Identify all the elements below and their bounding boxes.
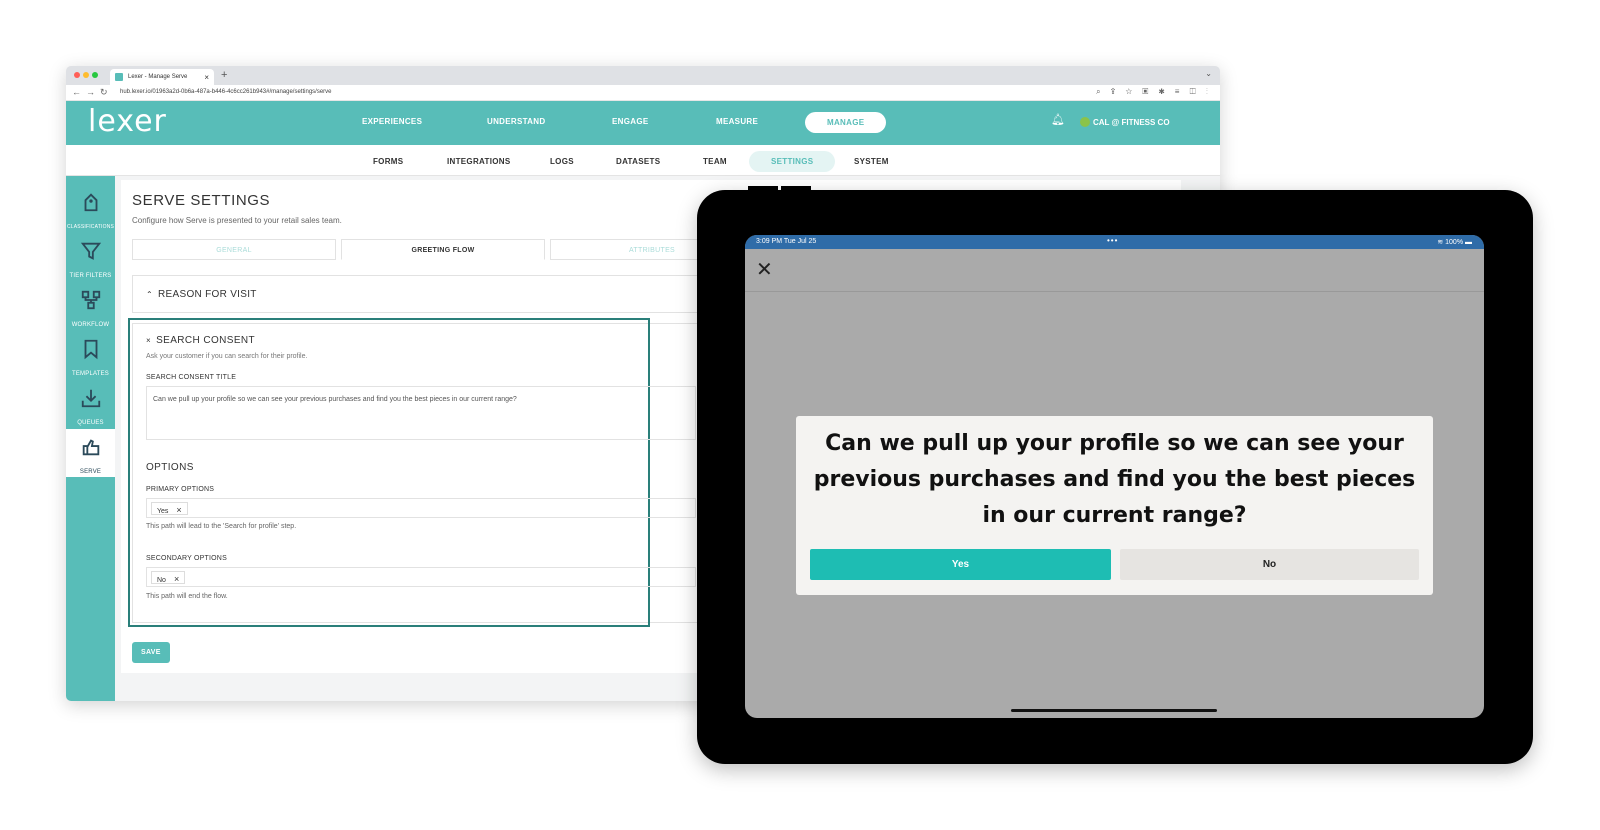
maximize-window-icon[interactable] [92,72,98,78]
reload-icon[interactable]: ↻ [100,87,108,98]
globe-icon [1080,117,1090,127]
sidebar-item-label: SERVE [79,469,102,475]
sidebar-item-queues[interactable]: QUEUES [66,380,115,428]
sidebar-item-label: CLASSIFICATIONS [66,224,115,230]
remove-chip-icon[interactable]: × [176,505,181,515]
minimize-window-icon[interactable] [83,72,89,78]
url-field[interactable]: hub.lexer.io/01963a2d-0b6a-487a-b446-4c6… [120,89,332,95]
tablet-screen: 3:09 PM Tue Jul 25 ••• ≋ 100% ▬ ✕ Can we… [745,235,1484,718]
sidebar-item-templates[interactable]: TEMPLATES [66,331,115,379]
forward-icon[interactable]: → [86,87,95,97]
save-button[interactable]: SAVE [132,642,170,663]
subnav-integrations[interactable]: INTEGRATIONS [447,157,510,166]
lexer-logo[interactable]: lexer [88,104,167,139]
chevron-updown-icon: ⌃ [146,290,154,299]
download-tray-icon [81,389,100,408]
bell-icon[interactable]: 🔔︎ [1051,113,1065,126]
browser-tab-title: Lexer - Manage Serve [128,74,188,80]
remove-chip-icon[interactable]: × [174,574,179,584]
back-icon[interactable]: ← [72,87,81,97]
subnav-logs[interactable]: LOGS [550,157,574,166]
nav-manage[interactable]: MANAGE [805,112,887,133]
secondary-options-help: This path will end the flow. [146,593,228,600]
sidebar-item-tier-filters[interactable]: TIER FILTERS [66,233,115,281]
primary-options-field[interactable]: Yes × [146,498,696,518]
org-name: CAL @ FITNESS CO [1093,118,1170,127]
sidebar-item-label: QUEUES [77,420,104,426]
option-chip-yes[interactable]: Yes × [151,502,188,515]
no-button[interactable]: No [1120,549,1419,580]
nav-understand[interactable]: UNDERSTAND [487,117,545,126]
search-consent-description: Ask your customer if you can search for … [146,353,308,360]
sidebar-item-label: TIER FILTERS [69,273,112,279]
secondary-options-label: SECONDARY OPTIONS [146,555,227,562]
org-switcher[interactable]: CAL @ FITNESS CO [1080,117,1170,127]
sidebar-item-label: WORKFLOW [71,322,110,328]
tablet-top-bar: ✕ [745,249,1484,292]
sub-navigation: FORMS INTEGRATIONS LOGS DATASETS TEAM SE… [66,145,1220,176]
bookmark-icon [84,339,97,360]
browser-tab-bar: Lexer - Manage Serve × + ⌄ [66,66,1220,85]
tag-icon [84,193,97,212]
status-time: 3:09 PM Tue Jul 25 [756,238,817,245]
consent-dialog: Can we pull up your profile so we can se… [796,416,1433,595]
nav-measure[interactable]: MEASURE [716,117,758,126]
address-bar: ← → ↻ hub.lexer.io/01963a2d-0b6a-487a-b4… [66,85,1220,101]
tab-greeting-flow[interactable]: GREETING FLOW [341,239,545,260]
option-chip-no[interactable]: No × [151,571,186,584]
page-description: Configure how Serve is presented to your… [132,216,342,225]
serve-icon [82,439,99,456]
sidebar-item-serve[interactable]: SERVE [66,429,115,477]
top-navigation: lexer EXPERIENCES UNDERSTAND ENGAGE MEAS… [66,101,1220,145]
new-tab-icon[interactable]: + [221,69,227,81]
wifi-icon: ≋ [1437,239,1446,246]
nav-experiences[interactable]: EXPERIENCES [362,117,422,126]
search-consent-title[interactable]: × SEARCH CONSENT [146,335,255,346]
battery-icon: ▬ [1465,239,1472,246]
filter-icon [80,242,101,260]
browser-extension-icons[interactable]: ⌕ ⇪ ☆ ▣ ✱ ≡ ◫ ⋮ [1096,87,1212,97]
settings-sidebar: CLASSIFICATIONS TIER FILTERS WORKFLOW TE… [66,176,115,701]
sidebar-item-classifications[interactable]: CLASSIFICATIONS [66,184,115,232]
subnav-team[interactable]: TEAM [703,157,727,166]
chevron-collapse-icon: × [146,336,152,345]
subnav-settings[interactable]: SETTINGS [749,151,836,172]
close-window-icon[interactable] [74,72,80,78]
subnav-datasets[interactable]: DATASETS [616,157,660,166]
page-title: SERVE SETTINGS [132,192,271,209]
yes-button[interactable]: Yes [810,549,1111,580]
primary-options-help: This path will lead to the 'Search for p… [146,523,297,530]
battery-status: ≋ 100% ▬ [1437,239,1472,246]
chevron-down-icon[interactable]: ⌄ [1205,69,1212,78]
workflow-icon [81,290,100,310]
primary-options-label: PRIMARY OPTIONS [146,486,215,493]
sidebar-item-label: TEMPLATES [71,371,110,377]
browser-tab[interactable]: Lexer - Manage Serve × [110,69,214,85]
secondary-options-field[interactable]: No × [146,567,696,587]
search-consent-title-label: SEARCH CONSENT TITLE [146,374,237,381]
section-title: REASON FOR VISIT [158,289,257,300]
subnav-system[interactable]: SYSTEM [854,157,889,166]
tab-general[interactable]: GENERAL [132,239,336,260]
subnav-forms[interactable]: FORMS [373,157,403,166]
sidebar-item-workflow[interactable]: WORKFLOW [66,282,115,330]
search-consent-title-input[interactable]: Can we pull up your profile so we can se… [146,386,696,440]
home-indicator[interactable] [1011,709,1217,712]
nav-engage[interactable]: ENGAGE [612,117,648,126]
close-icon[interactable]: ✕ [756,257,773,282]
ios-status-bar: 3:09 PM Tue Jul 25 ••• ≋ 100% ▬ [745,235,1484,249]
close-tab-icon[interactable]: × [204,73,209,82]
consent-question: Can we pull up your profile so we can se… [813,431,1416,528]
multitask-dots-icon[interactable]: ••• [1107,236,1118,245]
options-heading: OPTIONS [146,462,194,473]
lexer-favicon-icon [115,73,123,81]
